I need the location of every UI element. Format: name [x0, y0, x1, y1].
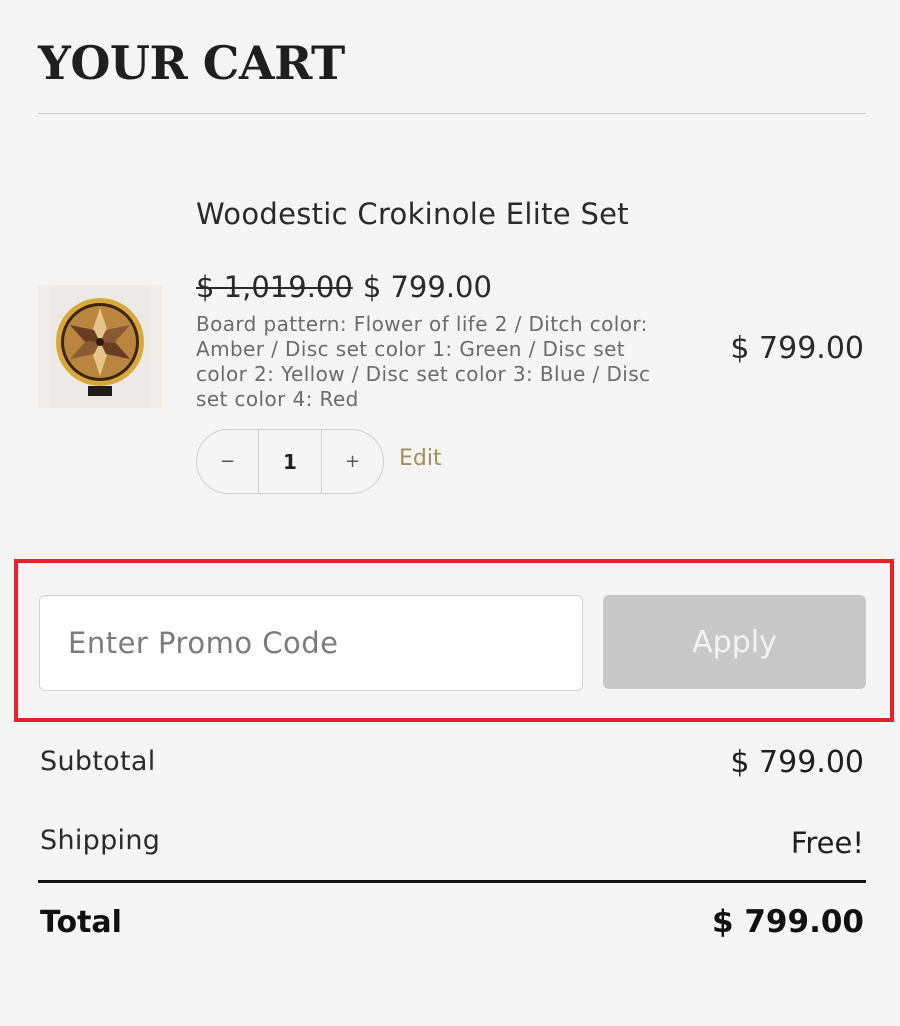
product-name[interactable]: Woodestic Crokinole Elite Set	[196, 198, 666, 231]
product-options: Board pattern: Flower of life 2 / Ditch …	[196, 312, 651, 411]
total-label: Total	[40, 905, 122, 940]
edit-link[interactable]: Edit	[399, 446, 442, 471]
quantity-stepper: − 1 +	[196, 429, 384, 494]
cart-page: YOUR CART Woodestic Crokinole Elite Set …	[0, 0, 900, 1026]
subtotal-value: $ 799.00	[730, 745, 864, 780]
subtotal-label: Subtotal	[40, 746, 156, 777]
product-thumbnail[interactable]	[38, 285, 162, 408]
sale-price: $ 799.00	[362, 270, 492, 304]
title-divider	[38, 113, 866, 114]
shipping-value: Free!	[790, 826, 864, 860]
product-price-row: $ 1,019.00 $ 799.00	[196, 270, 492, 304]
quantity-value[interactable]: 1	[258, 430, 322, 493]
total-divider	[38, 880, 866, 883]
total-value: $ 799.00	[712, 904, 864, 940]
line-total: $ 799.00	[730, 331, 864, 366]
apply-button[interactable]: Apply	[603, 595, 866, 689]
decrement-button[interactable]: −	[197, 430, 258, 493]
promo-code-input[interactable]	[39, 595, 583, 691]
original-price: $ 1,019.00	[196, 270, 353, 304]
increment-button[interactable]: +	[322, 430, 383, 493]
shipping-label: Shipping	[40, 825, 161, 856]
page-title: YOUR CART	[38, 36, 345, 90]
crokinole-board-icon	[50, 285, 150, 408]
